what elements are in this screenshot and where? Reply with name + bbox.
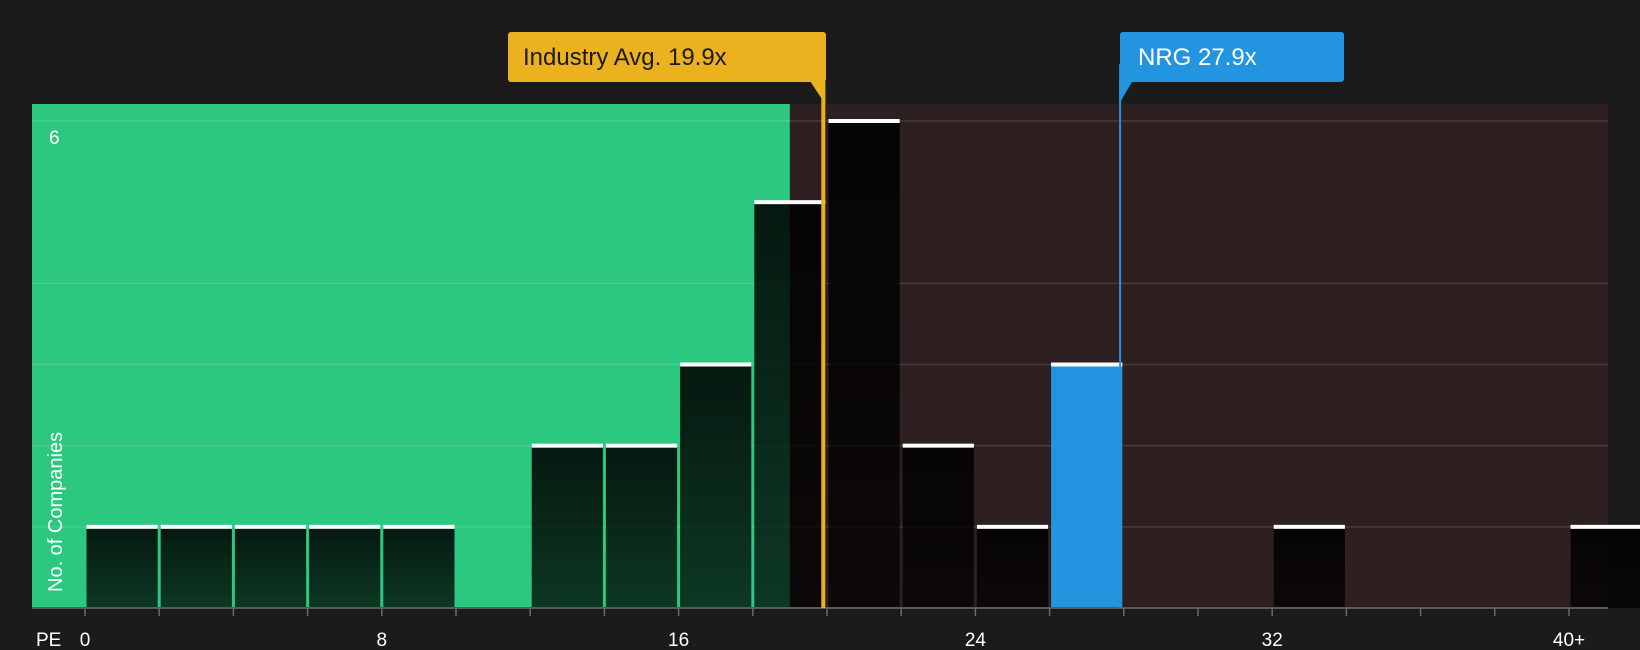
x-tick-label: 24 [965, 630, 987, 650]
bar-cap [754, 200, 826, 205]
bar-cap [1051, 362, 1123, 367]
bar [86, 526, 158, 608]
x-tick-label: 16 [668, 630, 689, 650]
bar-cap [234, 524, 307, 529]
bar-cap [680, 362, 752, 367]
x-tick-label: 8 [377, 630, 388, 650]
x-tick-label: 0 [80, 630, 91, 650]
bar [754, 202, 826, 608]
bar-cap [86, 524, 158, 529]
bar [605, 445, 678, 608]
bar-highlight [1051, 364, 1123, 608]
bar [234, 526, 307, 608]
bar-cap [976, 524, 1049, 529]
bar [383, 526, 455, 608]
company-marker-label: NRG 27.9x [1138, 44, 1257, 71]
bar [902, 445, 974, 608]
bar-cap [1570, 524, 1640, 529]
pe-distribution-chart: 0 8 16 24 32 40+ 6 No. of Companies PE Indust… [32, 32, 1640, 650]
bar [160, 526, 232, 608]
bar [531, 445, 603, 608]
bar-cap [383, 524, 455, 529]
bar-cap [309, 524, 381, 529]
y-axis-label: No. of Companies [45, 432, 67, 592]
bar-cap [160, 524, 232, 529]
bar-cap [902, 443, 974, 448]
industry-marker-label: Industry Avg. 19.9x [523, 44, 727, 71]
bar-cap [605, 443, 678, 448]
bar-cap [1273, 524, 1345, 529]
bar [309, 526, 381, 608]
x-axis: 0 8 16 24 32 40+ [32, 607, 1608, 650]
x-tick-label: 40+ [1553, 630, 1585, 650]
bar [1570, 526, 1640, 608]
bar [680, 364, 752, 608]
bar [828, 121, 900, 608]
bar-cap [531, 443, 603, 448]
x-axis-label: PE [36, 630, 61, 650]
y-tick-label: 6 [49, 128, 60, 149]
bar [1273, 526, 1345, 608]
bar-cap [828, 119, 900, 123]
x-tick-label: 32 [1262, 630, 1283, 650]
company-marker-pointer [1119, 80, 1134, 104]
bar [976, 526, 1049, 608]
